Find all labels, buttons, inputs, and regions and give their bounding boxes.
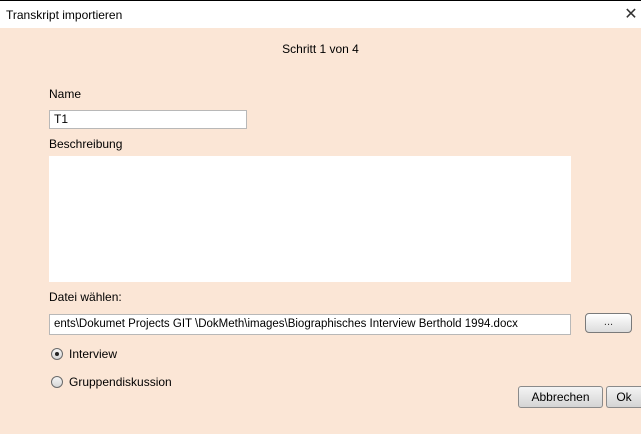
name-input[interactable]: T1 [49,110,247,129]
radio-interview-label: Interview [69,347,118,361]
radio-interview[interactable]: Interview [51,347,117,361]
file-label: Datei wählen: [49,290,122,304]
radio-unselected-icon [51,376,63,388]
file-path-input[interactable]: ents\Dokumet Projects GIT \DokMeth\image… [49,314,571,335]
name-label: Name [49,87,82,101]
step-indicator: Schritt 1 von 4 [282,42,359,56]
browse-button[interactable]: ... [585,313,632,333]
description-label: Beschreibung [49,137,123,151]
close-icon[interactable]: ✕ [621,5,641,25]
description-textarea[interactable] [49,156,571,282]
radio-gruppendiskussion[interactable]: Gruppendiskussion [51,375,172,389]
radio-gruppendiskussion-label: Gruppendiskussion [69,375,172,389]
title-bar: Transkript importieren ✕ [0,1,641,28]
cancel-button[interactable]: Abbrechen [518,386,603,408]
window-title: Transkript importieren [6,8,123,22]
radio-dot-icon [55,352,59,356]
file-path-text: ents\Dokumet Projects GIT \DokMeth\image… [54,318,518,330]
radio-selected-icon [51,348,63,360]
ok-button[interactable]: Ok [606,386,641,408]
